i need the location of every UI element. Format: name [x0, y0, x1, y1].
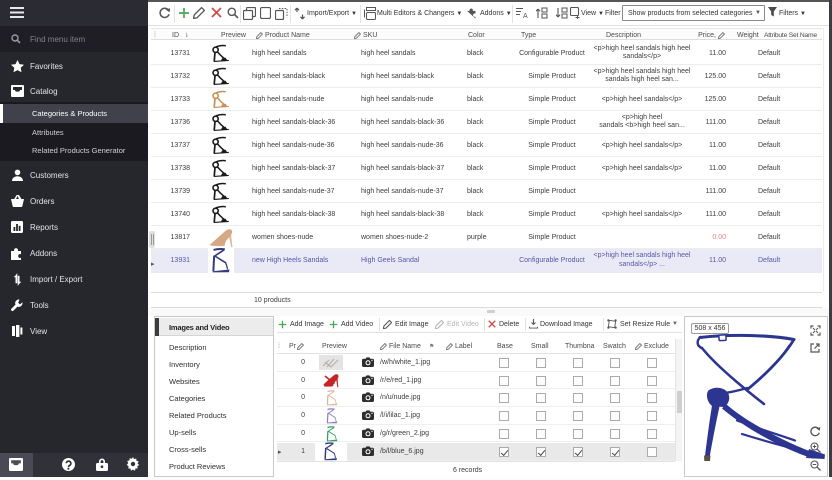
svg-text:A: A	[523, 13, 528, 19]
